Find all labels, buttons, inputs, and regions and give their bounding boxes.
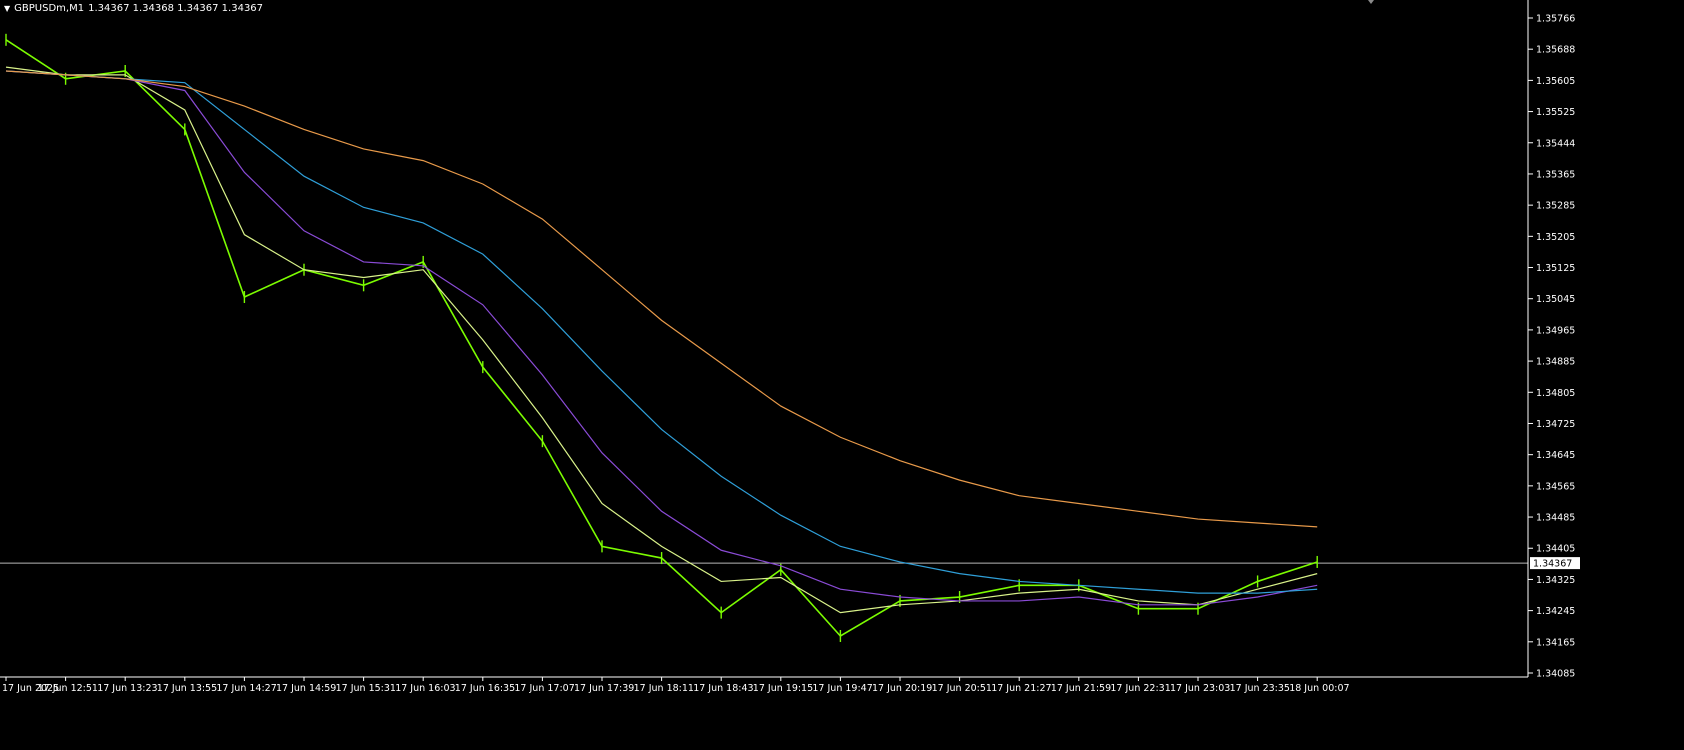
price-tick-label: 1.35605: [1536, 76, 1575, 87]
dropdown-triangle-icon[interactable]: ▼: [4, 4, 10, 13]
price-tick-label: 1.35125: [1536, 263, 1575, 274]
time-tick-label: 17 Jun 15:31: [336, 683, 396, 694]
price-tick-label: 1.35205: [1536, 232, 1575, 243]
chart-window[interactable]: 1.35766 1.35688 1.35605 1.35525 1.35444 1.353…: [0, 0, 1684, 746]
time-tick-label: 17 Jun 14:27: [216, 683, 276, 694]
time-tick-label: 17 Jun 16:35: [455, 683, 515, 694]
time-tick-label: 17 Jun 16:03: [395, 683, 455, 694]
price-tick-label: 1.34325: [1536, 575, 1575, 586]
symbol-label: GBPUSDm,M1: [14, 3, 85, 14]
price-tick-label: 1.34645: [1536, 450, 1575, 461]
time-tick-label: 18 Jun 00:07: [1289, 683, 1349, 694]
price-tick-label: 1.34405: [1536, 544, 1575, 555]
price-tick-label: 1.35525: [1536, 107, 1575, 118]
current-price-label: 1.34367: [1533, 559, 1572, 570]
time-tick-label: 17 Jun 23:03: [1170, 683, 1230, 694]
time-tick-label: 17 Jun 12:51: [38, 683, 98, 694]
time-tick-label: 17 Jun 13:55: [157, 683, 217, 694]
price-tick-label: 1.34085: [1536, 669, 1575, 680]
price-tick-label: 1.35365: [1536, 169, 1575, 180]
price-tick-label: 1.34565: [1536, 481, 1575, 492]
price-tick-label: 1.34485: [1536, 513, 1575, 524]
price-tick-label: 1.34805: [1536, 388, 1575, 399]
price-tick-label: 1.35285: [1536, 201, 1575, 212]
ohlc-values: 1.34367 1.34368 1.34367 1.34367: [88, 3, 264, 14]
price-tick-label: 1.34245: [1536, 606, 1575, 617]
price-tick-label: 1.34965: [1536, 325, 1575, 336]
time-tick-label: 17 Jun 18:11: [634, 683, 694, 694]
time-tick-label: 17 Jun 22:31: [1110, 683, 1170, 694]
time-tick-label: 17 Jun 19:47: [812, 683, 872, 694]
price-tick-label: 1.34165: [1536, 637, 1575, 648]
price-tick-label: 1.35045: [1536, 294, 1575, 305]
time-tick-label: 17 Jun 20:19: [872, 683, 932, 694]
symbol-header[interactable]: ▼ GBPUSDm,M1 1.34367 1.34368 1.34367 1.3…: [4, 3, 263, 14]
time-tick-label: 17 Jun 17:39: [574, 683, 634, 694]
price-tick-label: 1.34725: [1536, 419, 1575, 430]
price-tick-label: 1.35444: [1536, 138, 1575, 149]
price-tick-label: 1.35688: [1536, 45, 1575, 56]
time-tick-label: 17 Jun 21:59: [1051, 683, 1111, 694]
time-tick-label: 17 Jun 23:35: [1230, 683, 1290, 694]
time-tick-label: 17 Jun 14:59: [276, 683, 336, 694]
time-tick-label: 17 Jun 20:51: [932, 683, 992, 694]
price-tick-label: 1.35766: [1536, 14, 1575, 25]
time-tick-label: 17 Jun 13:23: [97, 683, 157, 694]
time-tick-label: 17 Jun 21:27: [991, 683, 1051, 694]
time-tick-label: 17 Jun 19:15: [753, 683, 813, 694]
price-chart[interactable]: 1.35766 1.35688 1.35605 1.35525 1.35444 1.353…: [0, 0, 1684, 746]
price-tick-label: 1.34885: [1536, 357, 1575, 368]
time-tick-label: 17 Jun 18:43: [693, 683, 753, 694]
time-tick-label: 17 Jun 17:07: [514, 683, 574, 694]
